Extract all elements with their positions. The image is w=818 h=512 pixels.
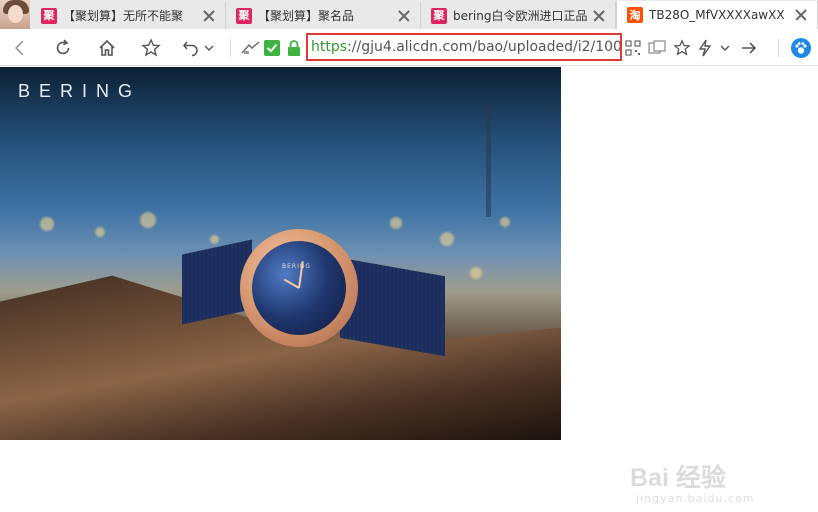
hour-hand (283, 278, 300, 289)
tab-image-active[interactable]: 淘 TB28O_MfVXXXXawXX (616, 1, 818, 29)
go-arrow-icon[interactable] (738, 37, 760, 59)
home-icon[interactable] (96, 37, 118, 59)
favorite-star-icon[interactable] (672, 37, 692, 59)
tower-silhouette (486, 107, 491, 217)
bokeh-light (390, 217, 402, 229)
refresh-icon[interactable] (52, 37, 74, 59)
close-icon[interactable] (199, 6, 219, 26)
bokeh-light (140, 212, 156, 228)
juhuasuan-favicon-icon: 聚 (236, 7, 252, 24)
tab-title: bering白令欧洲进口正品 (453, 9, 588, 23)
toolbar-divider (230, 39, 231, 57)
qr-code-icon[interactable] (624, 37, 642, 59)
bookmark-star-icon[interactable] (140, 37, 162, 59)
navigation-toolbar: https://gju4.alicdn.com/bao/uploaded/i2/… (0, 29, 818, 66)
juhuasuan-favicon-icon: 聚 (41, 7, 57, 24)
reader-mode-icon[interactable] (647, 37, 667, 59)
bokeh-light (210, 235, 219, 244)
juhuasuan-favicon-icon: 聚 (431, 7, 447, 24)
close-icon[interactable] (791, 5, 811, 25)
user-avatar[interactable] (0, 0, 30, 29)
tab-juhuasuan-2[interactable]: 聚 【聚划算】聚名品 (226, 2, 421, 29)
tab-title: 【聚划算】无所不能聚 (63, 9, 184, 23)
watch-dial: BERING (252, 241, 346, 335)
close-icon[interactable] (394, 6, 414, 26)
verified-check-icon (263, 37, 281, 59)
bokeh-light (470, 267, 482, 279)
bering-logo: BERING (18, 81, 142, 101)
lightning-icon[interactable] (696, 37, 714, 59)
close-icon[interactable] (589, 6, 609, 26)
chevron-down-icon[interactable] (717, 37, 733, 59)
bokeh-light (440, 232, 454, 246)
address-bar[interactable]: https://gju4.alicdn.com/bao/uploaded/i2/… (306, 33, 622, 61)
toolbar-divider (778, 39, 779, 57)
undo-icon[interactable] (180, 37, 202, 59)
product-photo[interactable]: BERING BERING (0, 67, 561, 440)
tab-bering[interactable]: 聚 bering白令欧洲进口正品 (421, 2, 616, 29)
dial-brand: BERING (282, 263, 311, 270)
chevron-down-icon[interactable] (202, 37, 216, 59)
avatar-face (8, 5, 23, 23)
lock-icon (286, 37, 302, 59)
bokeh-light (40, 217, 54, 231)
bokeh-light (500, 217, 510, 227)
tab-title: 【聚划算】聚名品 (258, 9, 355, 23)
watch-case: BERING (240, 229, 358, 347)
taobao-favicon-icon: 淘 (627, 7, 643, 23)
tab-title: TB28O_MfVXXXXawXX (649, 8, 785, 22)
baidu-jingyan-watermark: Bai 经验 jingyan.baidu.com (620, 452, 790, 512)
tab-bar: 聚 【聚划算】无所不能聚 聚 【聚划算】聚名品 聚 bering白令欧洲进口正品… (0, 0, 818, 29)
back-icon[interactable] (10, 37, 32, 59)
bokeh-light (95, 227, 105, 237)
tab-juhuasuan-1[interactable]: 聚 【聚划算】无所不能聚 (31, 2, 226, 29)
page-content: BERING BERING Bai 经验 jingyan.baidu.com (0, 66, 818, 505)
baidu-paw-icon[interactable] (790, 37, 812, 59)
speed-mode-icon[interactable] (238, 37, 264, 59)
url-text: ://gju4.alicdn.com/bao/uploaded/i2/100 (347, 39, 622, 55)
watermark-sub: jingyan.baidu.com (636, 492, 755, 505)
watermark-main: Bai 经验 (630, 464, 726, 492)
url-scheme: https (311, 39, 348, 55)
